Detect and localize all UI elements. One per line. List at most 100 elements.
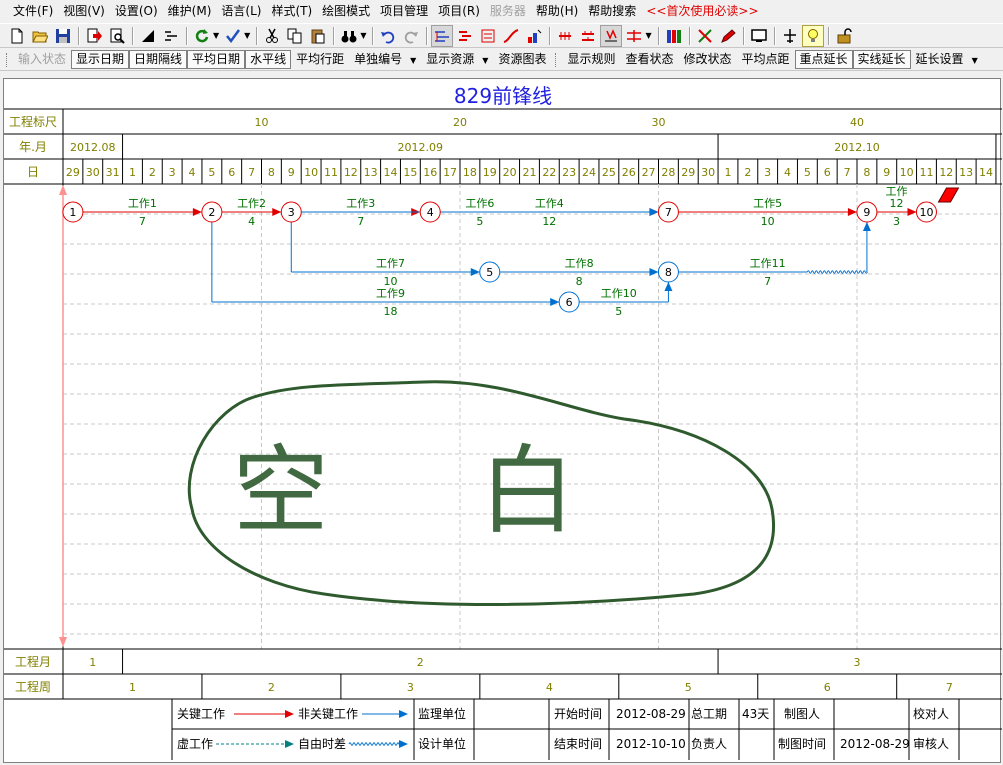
save-icon[interactable] [52, 25, 74, 47]
activity-name: 工作2 [237, 197, 266, 210]
redo-icon[interactable] [400, 25, 422, 47]
chart-canvas[interactable]: 829前锋线工程标尺年.月日10 20 30 402012.08 2012.09 2012… [4, 79, 1002, 764]
day-label: 31 [106, 166, 120, 179]
refresh-icon[interactable] [191, 25, 213, 47]
view-toggle-2[interactable]: 显示日期 [71, 50, 130, 69]
free-float-line [806, 270, 868, 274]
view-toggle-7[interactable]: 单独编号 ▼ [349, 50, 421, 69]
view-toggle-12[interactable]: 查看状态 [620, 50, 678, 69]
plane-icon[interactable] [779, 25, 801, 47]
project-week-label: 1 [129, 681, 136, 694]
network-chart[interactable]: 829前锋线 工程标尺 年.月日 10 20 30 40 2012.08 2012.09 2012… [3, 78, 1002, 764]
view-toggle-13[interactable]: 修改状态 [678, 50, 736, 69]
menu-item-1[interactable]: 文件(F) [8, 1, 58, 21]
view-toggle-9[interactable]: 资源图表 [493, 50, 551, 69]
toolbar-grip[interactable] [555, 52, 558, 67]
day-label: 13 [959, 166, 973, 179]
align-icon[interactable] [160, 25, 182, 47]
resource-icon[interactable] [523, 25, 545, 47]
view-toggle-11[interactable]: 显示规则 [562, 50, 620, 69]
view-toggle-17[interactable]: 延长设置 ▼ [911, 50, 983, 69]
chevron-down-icon[interactable]: ▼ [482, 56, 488, 65]
undo-icon[interactable] [377, 25, 399, 47]
chevron-down-icon[interactable]: ▼ [213, 31, 219, 40]
menu-item-12[interactable]: 帮助搜索 [583, 1, 641, 21]
binoculars-icon[interactable] [338, 25, 360, 47]
copy-icon[interactable] [284, 25, 306, 47]
menu-item-3[interactable]: 设置(O) [110, 1, 163, 21]
legend-noncritical-arrow [399, 710, 408, 718]
view-toggle-5[interactable]: 水平线 [245, 50, 292, 69]
open-folder-icon[interactable] [29, 25, 51, 47]
view-toggle-label: 实线延长 [857, 52, 906, 66]
scale-tick: 30 [652, 116, 666, 129]
edit-icon[interactable] [717, 25, 739, 47]
day-label: 14 [384, 166, 398, 179]
unlock-icon[interactable] [833, 25, 855, 47]
chevron-down-icon[interactable]: ▼ [645, 31, 651, 40]
paste-icon[interactable] [307, 25, 329, 47]
day-label: 12 [344, 166, 358, 179]
menu-item-6[interactable]: 样式(T) [266, 1, 317, 21]
menu-item-7[interactable]: 绘图模式 [317, 1, 375, 21]
chevron-down-icon[interactable]: ▼ [244, 31, 250, 40]
view-toggle-4[interactable]: 平均日期 [187, 50, 246, 69]
day-label: 15 [403, 166, 417, 179]
view-toggle-3[interactable]: 日期隔线 [129, 50, 188, 69]
activity-arrowhead [862, 222, 871, 231]
menu-item-2[interactable]: 视图(V) [58, 1, 110, 21]
legend-float-arrow [399, 740, 408, 748]
node-label: 1 [69, 206, 76, 219]
day-label: 3 [169, 166, 176, 179]
node-label: 7 [665, 206, 672, 219]
view-toggle-label: 水平线 [250, 52, 287, 66]
monitor-icon[interactable] [748, 25, 770, 47]
print-preview-icon[interactable] [106, 25, 128, 47]
day-label: 6 [824, 166, 831, 179]
activity-duration: 18 [384, 305, 398, 318]
bar-view-icon[interactable] [454, 25, 476, 47]
lightbulb-icon[interactable] [801, 24, 824, 47]
activity-arrowhead [847, 208, 857, 216]
toolbar-separator [742, 26, 745, 45]
menu-item-5[interactable]: 语言(L) [216, 1, 266, 21]
day-label: 9 [883, 166, 890, 179]
activity-duration: 5 [615, 305, 622, 318]
curve-icon[interactable] [500, 25, 522, 47]
new-file-icon[interactable] [6, 25, 28, 47]
view-toggle-6[interactable]: 平均行距 [291, 50, 349, 69]
list-view-icon[interactable] [477, 25, 499, 47]
tools-icon[interactable] [694, 25, 716, 47]
chevron-down-icon[interactable]: ▼ [972, 56, 978, 65]
menu-item-4[interactable]: 维护(M) [163, 1, 217, 21]
menu-item-9[interactable]: 项目(R) [433, 1, 485, 21]
day-label: 1 [129, 166, 136, 179]
activity-name: 工作3 [346, 197, 375, 210]
books-icon[interactable] [663, 25, 685, 47]
menu-item-11[interactable]: 帮助(H) [531, 1, 583, 21]
activity-name: 工作9 [376, 287, 405, 300]
menu-item-13[interactable]: <<首次使用必读>> [641, 1, 763, 21]
network-view-icon[interactable] [431, 24, 454, 47]
chevron-down-icon[interactable]: ▼ [410, 56, 416, 65]
view-toggle-15[interactable]: 重点延长 [794, 50, 853, 69]
dependency-icon[interactable] [623, 25, 645, 47]
activity-arrowhead [192, 208, 202, 216]
project-week-label: 6 [824, 681, 831, 694]
node-label: 9 [863, 206, 870, 219]
view-toggle-label: 显示资源 [426, 52, 475, 66]
timescale-icon[interactable] [577, 25, 599, 47]
check-icon[interactable] [222, 25, 244, 47]
toolbar-grip[interactable] [6, 52, 9, 67]
cut-icon[interactable] [261, 25, 283, 47]
frontline-icon[interactable] [600, 24, 623, 47]
chevron-down-icon[interactable]: ▼ [360, 31, 366, 40]
triangle-icon[interactable] [137, 25, 159, 47]
export-icon[interactable] [83, 25, 105, 47]
view-toggle-16[interactable]: 实线延长 [852, 50, 911, 69]
view-toggle-14[interactable]: 平均点距 [737, 50, 795, 69]
view-toggle-8[interactable]: 显示资源 ▼ [421, 50, 493, 69]
calendar-icon[interactable] [554, 25, 576, 47]
menu-item-8[interactable]: 项目管理 [375, 1, 433, 21]
reviewer-label: 审核人 [913, 736, 949, 751]
